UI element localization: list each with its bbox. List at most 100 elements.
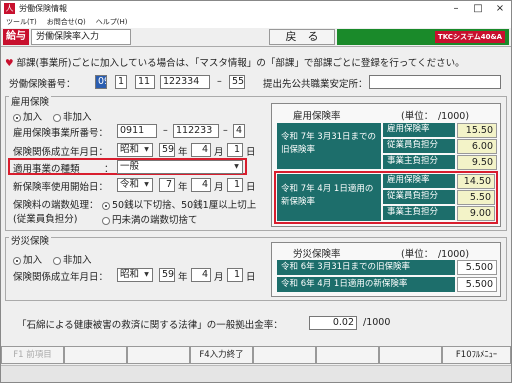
insurance-no-field-2[interactable]: 1 [115,75,127,89]
biz-type-label: 適用事業の種類 [13,164,80,175]
emp-old-r1-label: 雇用保険率 [383,123,455,137]
insurance-no-field-3[interactable]: 11 [135,75,155,89]
chevron-down-icon: ▼ [144,181,149,188]
insurance-no-field-5[interactable]: 55 [229,75,245,89]
biz-type-select[interactable]: 一般 ▼ [117,160,243,174]
emp-new-rate-value[interactable]: 14.50 [457,174,495,189]
start-year-field[interactable]: 7 [159,178,175,192]
emp-old-r3-label: 事業主負担分 [383,155,455,169]
work-old-rate-value[interactable]: 5.500 [457,260,497,275]
work-new-rate-label: 令和 6年 4月 1日適用の新保険率 [277,277,455,292]
chevron-down-icon: ▼ [234,163,239,170]
work-old-rate-label: 令和 6年 3月31日までの旧保険率 [277,260,455,275]
chevron-down-icon: ▼ [144,271,149,278]
brand-logo: TKCシステム40&A [434,31,505,43]
wk-year-field[interactable]: 59 [159,268,175,282]
emp-new-employee-value[interactable]: 5.50 [457,190,495,205]
emp-new-rate-label: 令和 7年 4月 1日適用の新保険率 [277,174,381,221]
start-day-unit: 日 [246,182,256,193]
emp-est-date-label: 保険関係成立年月日： [13,147,109,158]
start-date-label: 新保険率使用開始日： [13,182,109,193]
emp-new-employer-value[interactable]: 9.00 [457,206,495,221]
f5-key[interactable] [253,346,316,364]
insurance-no-dash: – [217,76,222,87]
emp-nojoin-radio[interactable]: 非加入 [53,109,92,123]
wk-year-unit: 年 [178,272,188,283]
office-no-dash-1: – [163,125,168,136]
maximize-button[interactable]: □ [467,2,489,15]
asbestos-label: 「石綿による健康被害の救済に関する法律」の一般拠出金率： [17,320,283,331]
emp-join-radio[interactable]: 加入 [13,109,42,123]
close-button[interactable]: × [489,2,511,15]
emp-new-r3-label: 事業主負担分 [383,206,455,220]
emp-old-employee-value[interactable]: 6.00 [457,139,497,154]
emp-day-field[interactable]: 1 [227,143,243,157]
menu-help[interactable]: ヘルプ(H) [91,16,133,28]
emp-old-rate-value[interactable]: 15.50 [457,123,497,138]
submit-office-label: 提出先公共職業安定所： [263,79,368,90]
start-year-unit: 年 [178,182,188,193]
workers-group-title: 労災保険 [9,233,52,247]
biz-type-colon: ： [104,164,114,175]
wk-era-select[interactable]: 昭和 ▼ [117,268,153,282]
f7-key[interactable] [379,346,442,364]
menu-bar: ツール(T) お問合せ(Q) ヘルプ(H) [1,16,511,28]
app-icon: 人 [4,3,15,14]
wk-day-unit: 日 [246,272,256,283]
toolbar: 給与 労働保険率入力 戻 る TKCシステム40&A [1,28,511,47]
round-opt1-radio[interactable]: 50銭以下切捨、50銭1厘以上切上 [102,197,256,211]
emp-month-unit: 月 [214,147,224,158]
submit-office-field[interactable] [369,75,501,89]
round-opt2-radio[interactable]: 円未満の端数切捨て [102,212,198,226]
asbestos-rate-field[interactable]: 0.02 [309,316,357,330]
emp-year-unit: 年 [178,147,188,158]
brand-bar: TKCシステム40&A [337,29,509,45]
f3-key[interactable] [127,346,190,364]
wk-nojoin-radio[interactable]: 非加入 [53,252,92,266]
minimize-button[interactable]: – [445,2,467,15]
emp-era-select[interactable]: 昭和 ▼ [117,143,153,157]
office-no-dash-2: – [223,125,228,136]
emp-rate-unit: (単位： /1000) [401,111,470,122]
window-title: 労働保険情報 [19,4,67,13]
work-new-rate-value[interactable]: 5.500 [457,277,497,292]
wk-join-radio[interactable]: 加入 [13,252,42,266]
f10-full-menu-button[interactable]: F10ﾌﾙﾒﾆｭｰ [442,346,511,364]
office-no-field-1[interactable]: 0911 [117,124,157,138]
emp-month-field[interactable]: 4 [191,143,211,157]
function-key-bar: F1 前項目 F4入力終了 F10ﾌﾙﾒﾆｭｰ [1,346,511,364]
f1-prev-button[interactable]: F1 前項目 [1,346,64,364]
office-no-field-3[interactable]: 4 [233,124,245,138]
emp-year-field[interactable]: 59 [159,143,175,157]
insurance-no-label: 労働保険番号： [9,79,76,90]
start-day-field[interactable]: 1 [227,178,243,192]
emp-new-r2-label: 従業員負担分 [383,190,455,204]
payroll-badge: 給与 [3,29,29,45]
employment-group-title: 雇用保険 [9,94,52,108]
insurance-no-field-1[interactable]: 09 [95,75,107,89]
f2-key[interactable] [64,346,127,364]
start-month-field[interactable]: 4 [191,178,211,192]
heart-icon: ♥ [5,58,14,69]
work-rate-title: 労災保険率 [293,249,341,260]
wk-day-field[interactable]: 1 [227,268,243,282]
rounding-label: 保険料の端数処理： [13,200,99,211]
screen-name: 労働保険率入力 [31,29,131,45]
wk-month-field[interactable]: 4 [191,268,211,282]
office-no-field-2[interactable]: 112233 [173,124,219,138]
insurance-no-field-4[interactable]: 122334 [160,75,210,89]
f4-finish-button[interactable]: F4入力終了 [190,346,253,364]
menu-inquiry[interactable]: お問合せ(Q) [42,16,91,28]
status-bar [1,365,511,382]
back-button[interactable]: 戻 る [269,29,335,45]
emp-day-unit: 日 [246,147,256,158]
start-month-unit: 月 [214,182,224,193]
app-window: 人 労働保険情報 – □ × ツール(T) お問合せ(Q) ヘルプ(H) 給与 … [0,0,512,383]
work-rate-unit: (単位： /1000) [401,249,470,260]
menu-tools[interactable]: ツール(T) [1,16,42,28]
emp-rate-title: 雇用保険率 [293,111,341,122]
emp-old-employer-value[interactable]: 9.50 [457,155,497,170]
f6-key[interactable] [316,346,379,364]
rounding-sublabel: (従業員負担分) [13,214,78,225]
start-era-select[interactable]: 令和 ▼ [117,178,153,192]
